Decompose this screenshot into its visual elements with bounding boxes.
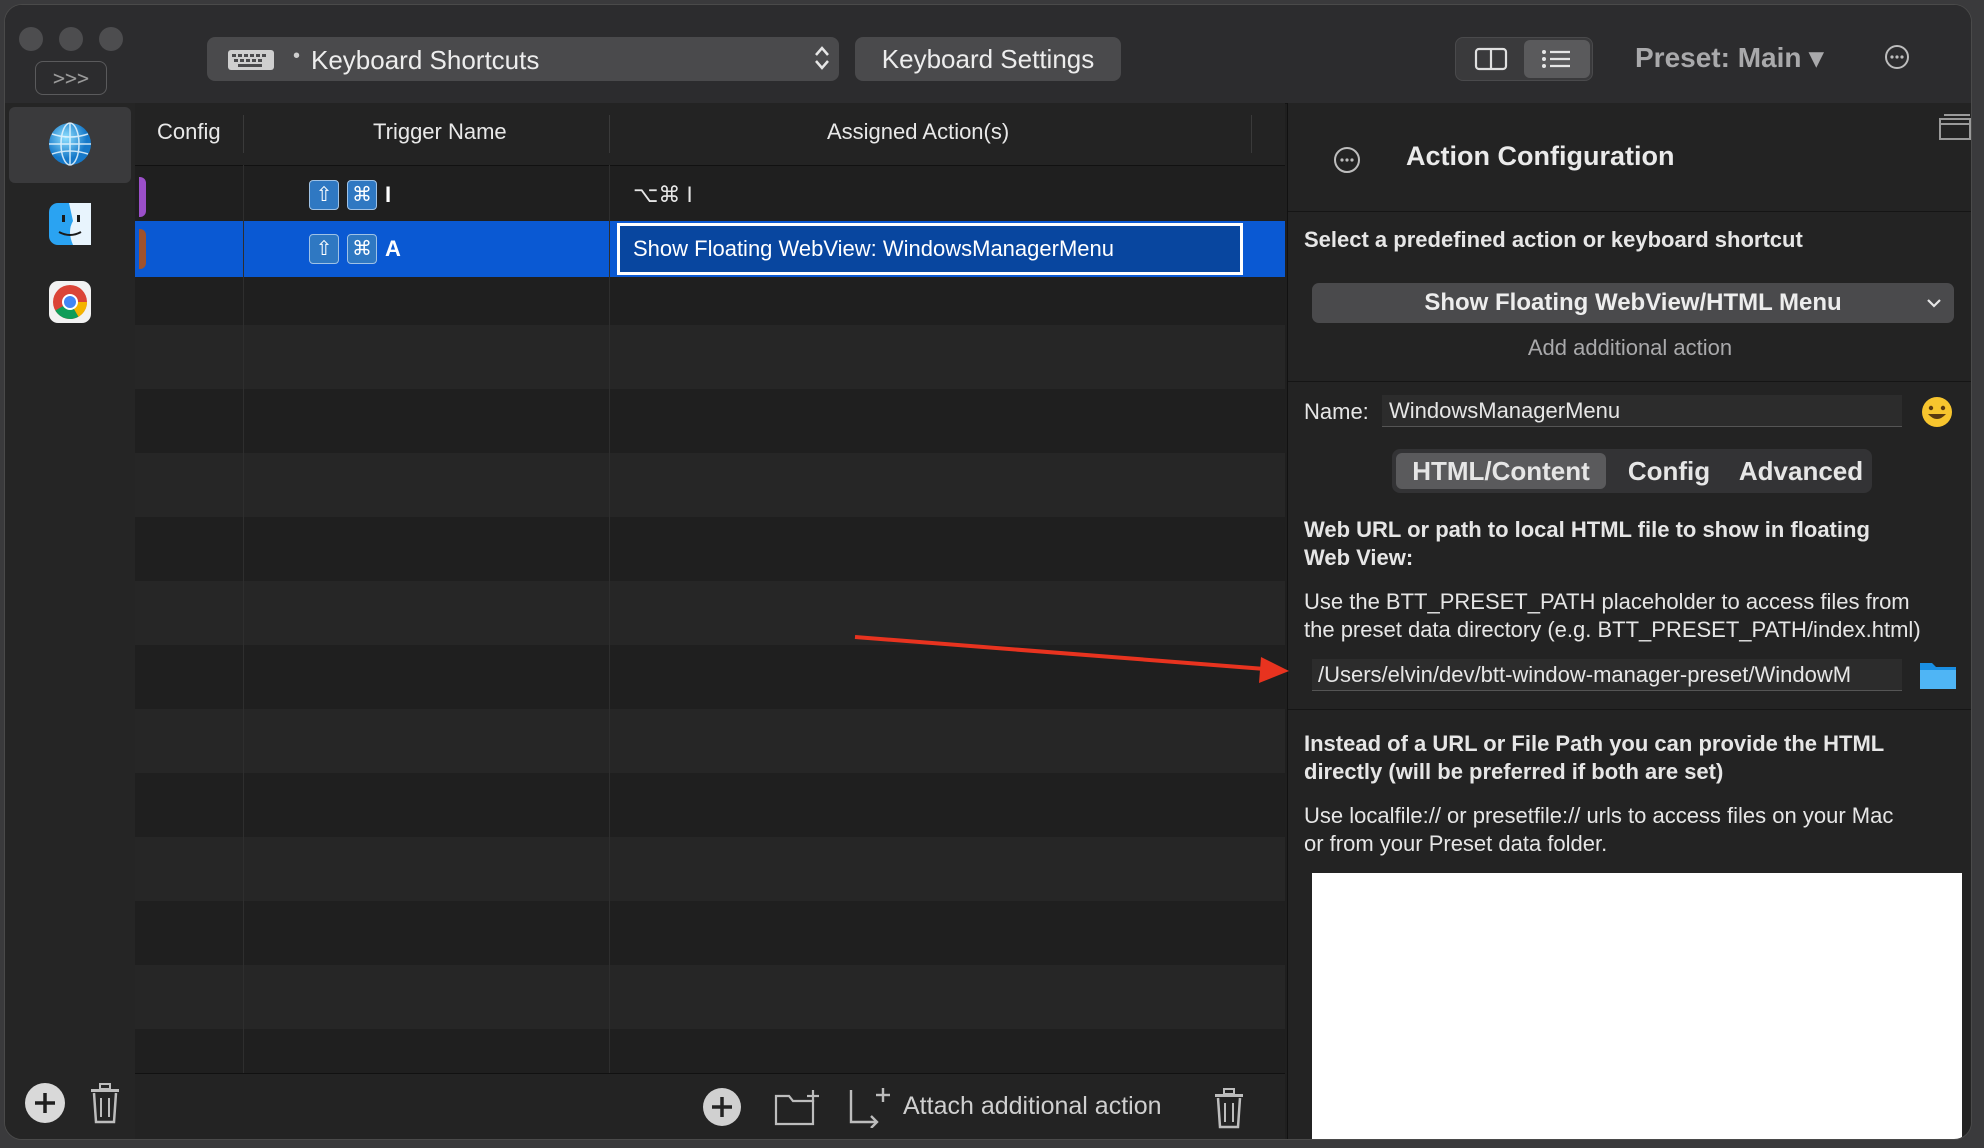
app-window: >>> • Keyboard Shortcuts Keyboard Settin… [4,4,1972,1140]
annotation-arrow [854,635,1289,683]
